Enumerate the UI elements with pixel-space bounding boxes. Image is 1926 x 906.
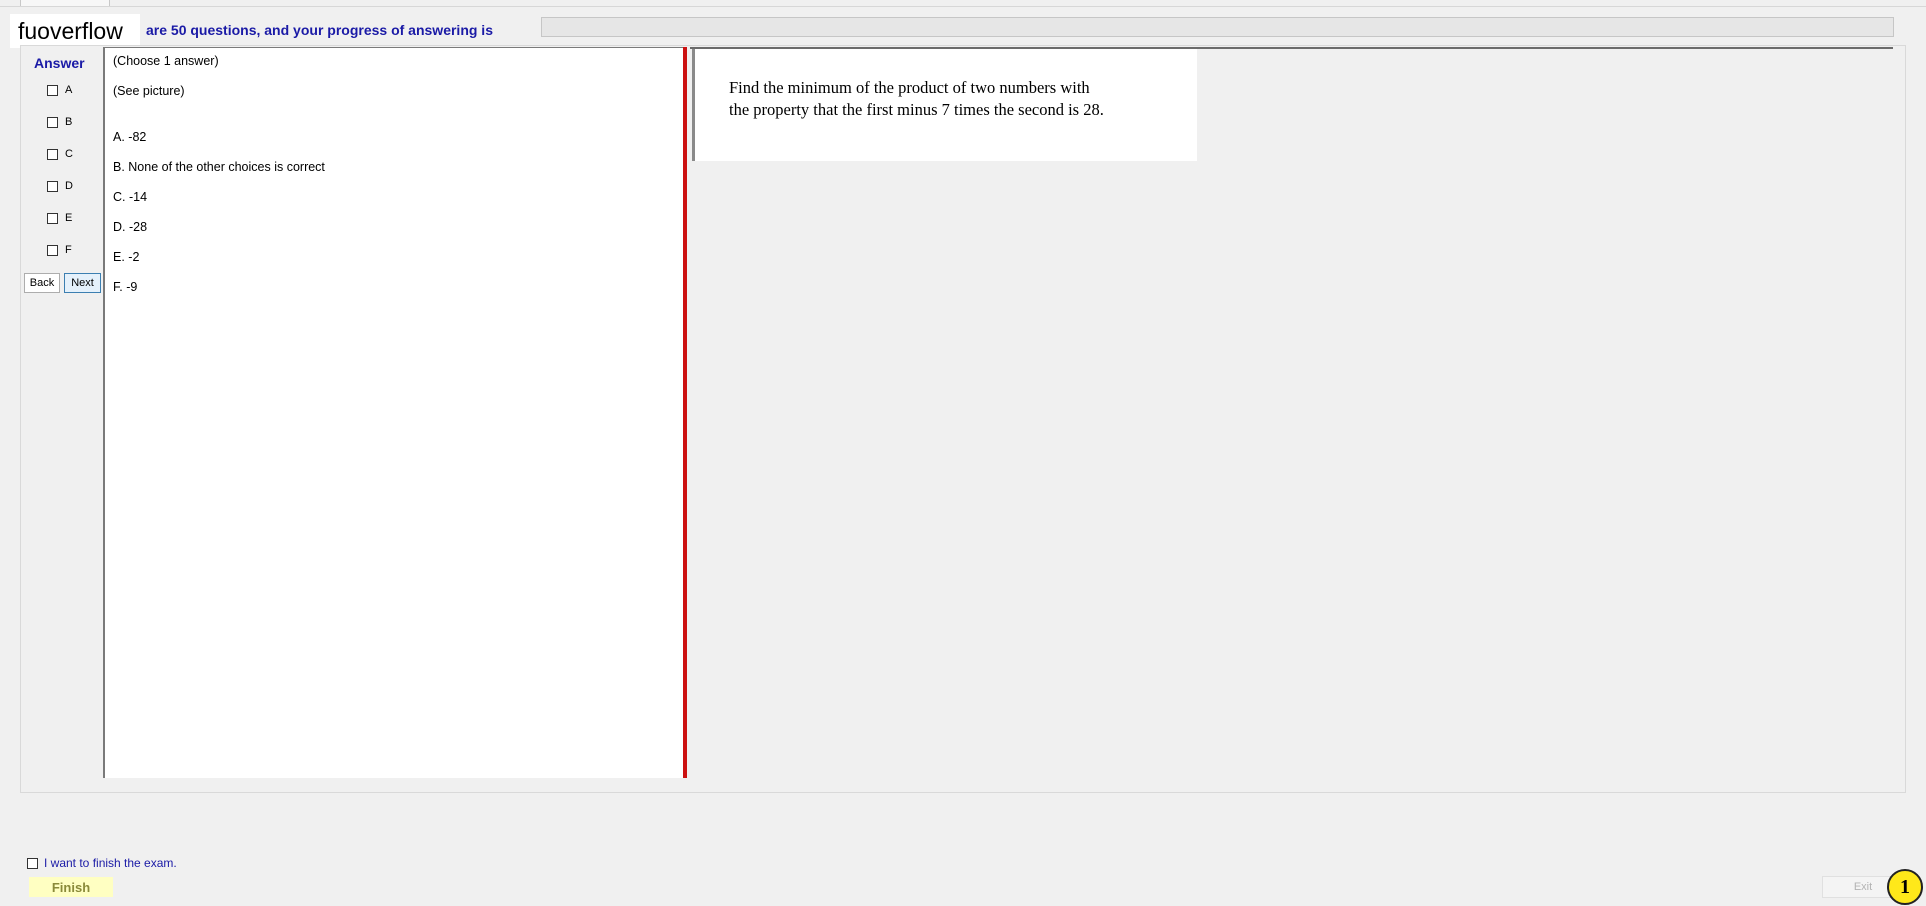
question-instruction: (Choose 1 answer) <box>113 54 219 68</box>
picture-line-2: the property that the first minus 7 time… <box>729 100 1104 119</box>
picture-text: Find the minimum of the product of two n… <box>729 77 1169 121</box>
brand-label: fuoverflow <box>10 14 140 48</box>
panel-splitter[interactable] <box>683 47 687 778</box>
answer-option-c[interactable]: C <box>47 145 73 163</box>
question-picture: Find the minimum of the product of two n… <box>692 49 1197 161</box>
answer-option-a[interactable]: A <box>47 81 72 99</box>
checkbox-a[interactable] <box>47 84 58 96</box>
next-button[interactable]: Next <box>64 273 101 293</box>
answer-title: Answer <box>34 55 85 71</box>
answer-label-e: E <box>65 212 73 224</box>
choice-b: B. None of the other choices is correct <box>113 160 325 174</box>
answer-option-f[interactable]: F <box>47 241 72 259</box>
answer-label-c: C <box>65 148 73 160</box>
finish-exam-label: I want to finish the exam. <box>44 856 177 870</box>
checkbox-b[interactable] <box>47 116 58 128</box>
finish-exam-checkbox[interactable] <box>27 857 38 869</box>
choice-a: A. -82 <box>113 130 147 144</box>
answer-option-b[interactable]: B <box>47 113 72 131</box>
answer-option-e[interactable]: E <box>47 209 72 227</box>
choice-c: C. -14 <box>113 190 148 204</box>
finish-exam-option[interactable]: I want to finish the exam. <box>27 856 177 870</box>
checkbox-e[interactable] <box>47 212 58 224</box>
picture-line-1: Find the minimum of the product of two n… <box>729 78 1090 97</box>
finish-button[interactable]: Finish <box>29 877 113 897</box>
checkbox-c[interactable] <box>47 148 58 160</box>
question-see-picture: (See picture) <box>113 84 185 98</box>
question-panel: (Choose 1 answer) (See picture) A. -82 B… <box>103 47 684 778</box>
progress-text: are 50 questions, and your progress of a… <box>146 22 493 38</box>
answer-label-a: A <box>65 84 73 96</box>
answer-option-d[interactable]: D <box>47 177 73 195</box>
choice-d: D. -28 <box>113 220 148 234</box>
answer-label-d: D <box>65 180 73 192</box>
checkbox-d[interactable] <box>47 180 58 192</box>
answer-label-f: F <box>65 244 72 256</box>
back-button[interactable]: Back <box>24 273 60 293</box>
answer-label-b: B <box>65 116 73 128</box>
progress-bar <box>541 17 1894 37</box>
choice-e: E. -2 <box>113 250 140 264</box>
number-badge: 1 <box>1887 869 1923 905</box>
choice-f: F. -9 <box>113 280 138 294</box>
top-divider <box>0 6 1926 7</box>
checkbox-f[interactable] <box>47 244 58 256</box>
